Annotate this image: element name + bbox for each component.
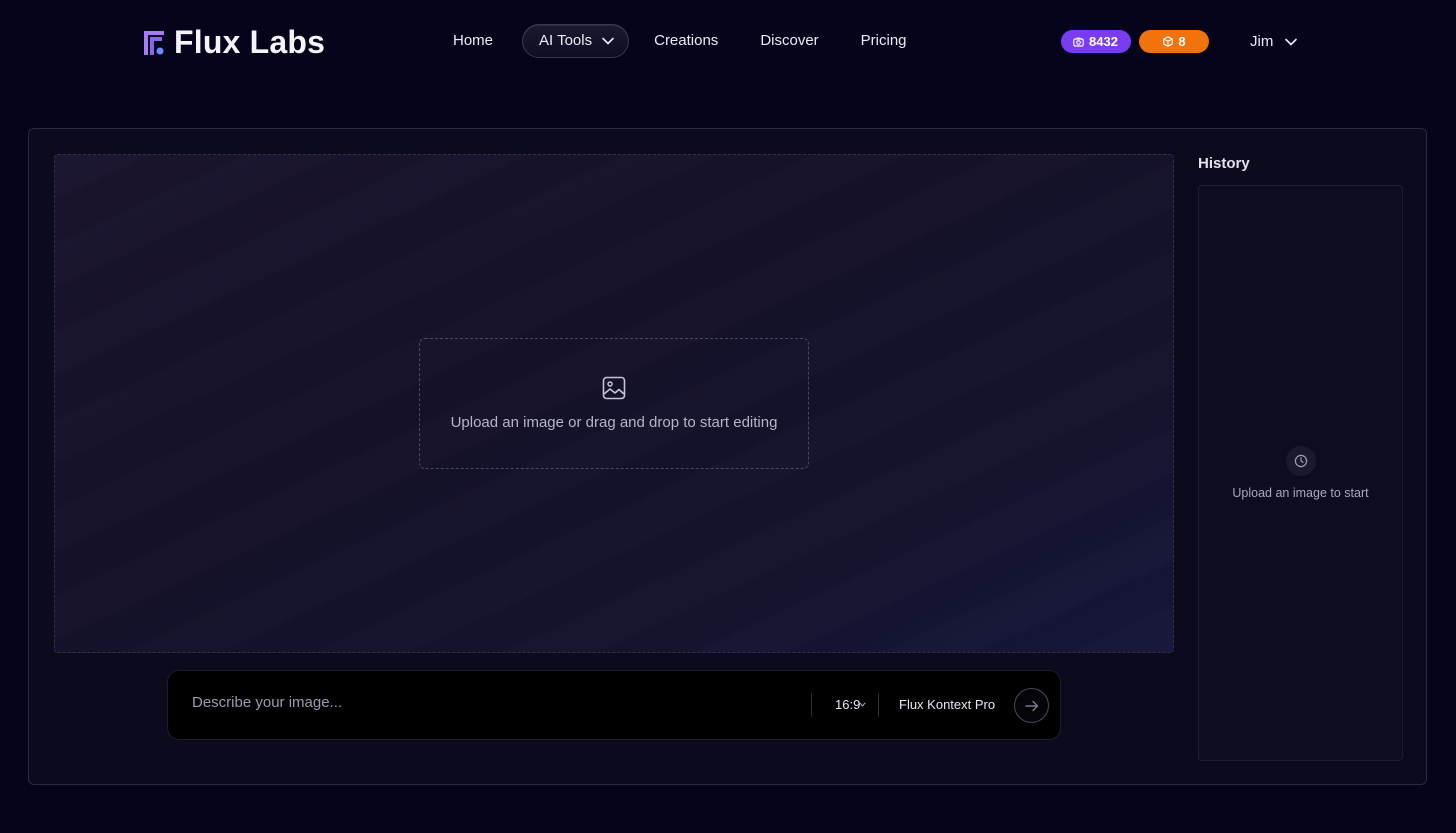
aspect-ratio-select[interactable]: 16:9 [835,697,866,712]
chevron-down-icon [859,702,866,707]
submit-button[interactable] [1014,688,1049,723]
brand-logo[interactable]: Flux Labs [142,24,325,61]
nav-item-discover[interactable]: Discover [747,24,831,58]
flux-logo-icon [142,29,166,57]
aspect-ratio-value: 16:9 [835,697,861,712]
divider [878,693,879,717]
gems-count: 8 [1178,34,1186,49]
top-navigation-bar: Flux Labs Home AI Tools Creations Discov… [0,0,1456,84]
prompt-input[interactable] [192,689,792,715]
gems-badge[interactable]: 8 [1139,30,1209,53]
cube-icon [1163,36,1174,47]
nav-item-home[interactable]: Home [440,24,506,58]
upload-instructions: Upload an image or drag and drop to star… [450,414,778,431]
credits-badge[interactable]: 8432 [1061,30,1131,53]
image-canvas-dropzone[interactable]: Upload an image or drag and drop to star… [54,154,1174,653]
history-empty-text: Upload an image to start [1232,486,1369,500]
brand-name: Flux Labs [174,24,326,60]
arrow-right-icon [1024,700,1038,711]
nav-item-ai-tools-label: AI Tools [539,32,593,49]
nav-item-creations[interactable]: Creations [641,24,731,58]
chevron-down-icon [602,37,614,45]
user-name: Jim [1250,33,1274,50]
nav-item-pricing[interactable]: Pricing [848,24,920,58]
user-menu[interactable]: Jim [1250,30,1298,53]
camera-icon [1073,37,1084,47]
nav-item-ai-tools[interactable]: AI Tools [522,24,630,58]
model-select[interactable]: Flux Kontext Pro [899,697,995,712]
prompt-bar: 16:9 Flux Kontext Pro [167,670,1061,740]
editor-panel: Upload an image or drag and drop to star… [28,128,1427,785]
image-icon [602,376,626,400]
divider [811,693,812,717]
upload-dropzone[interactable]: Upload an image or drag and drop to star… [419,338,809,469]
credits-count: 8432 [1089,34,1118,49]
clock-icon [1294,454,1307,468]
chevron-down-icon [1285,38,1298,45]
history-panel: Upload an image to start [1198,185,1403,761]
history-title: History [1198,155,1250,172]
history-icon-wrap [1285,446,1316,476]
main-nav: Home AI Tools Creations Discover Pricing [440,24,920,58]
